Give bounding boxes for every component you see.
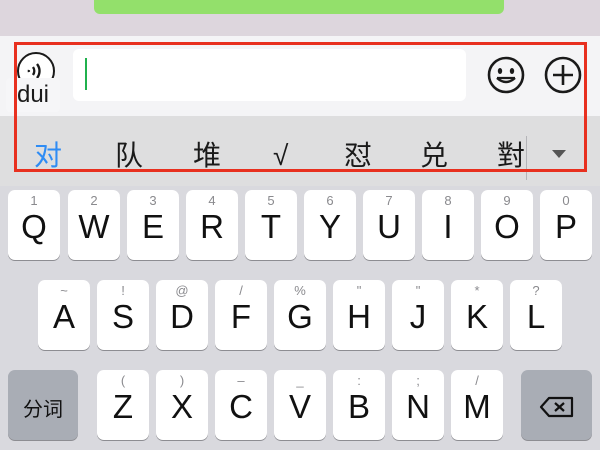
- key-y[interactable]: 6Y: [304, 190, 356, 260]
- key-g[interactable]: % G: [274, 280, 326, 350]
- key-a[interactable]: ~ A: [38, 280, 90, 350]
- key-v[interactable]: _ V: [274, 370, 326, 440]
- key-t[interactable]: 5T: [245, 190, 297, 260]
- sent-message-bubble[interactable]: [94, 0, 504, 14]
- key-m[interactable]: / M: [451, 370, 503, 440]
- key-l[interactable]: ? L: [510, 280, 562, 350]
- key-h[interactable]: " H: [333, 280, 385, 350]
- key-w[interactable]: 2W: [68, 190, 120, 260]
- key-e[interactable]: 3E: [127, 190, 179, 260]
- key-z[interactable]: (Z: [97, 370, 149, 440]
- key-i[interactable]: 8I: [422, 190, 474, 260]
- key-b[interactable]: :B: [333, 370, 385, 440]
- key-o[interactable]: 9O: [481, 190, 533, 260]
- key-r[interactable]: 4R: [186, 190, 238, 260]
- highlight-annotation: [14, 42, 587, 172]
- key-u[interactable]: 7U: [363, 190, 415, 260]
- key-d[interactable]: @ D: [156, 280, 208, 350]
- key-j[interactable]: " J: [392, 280, 444, 350]
- key-k[interactable]: * K: [451, 280, 503, 350]
- delete-icon: [539, 396, 574, 418]
- key-q[interactable]: 1Q: [8, 190, 60, 260]
- key-x[interactable]: ) X: [156, 370, 208, 440]
- key-c[interactable]: – C: [215, 370, 267, 440]
- key-n[interactable]: ; N: [392, 370, 444, 440]
- segment-key[interactable]: 分词: [8, 370, 78, 440]
- key-f[interactable]: / F: [215, 280, 267, 350]
- delete-key[interactable]: [521, 370, 592, 440]
- key-p[interactable]: 0P: [540, 190, 592, 260]
- key-s[interactable]: ! S: [97, 280, 149, 350]
